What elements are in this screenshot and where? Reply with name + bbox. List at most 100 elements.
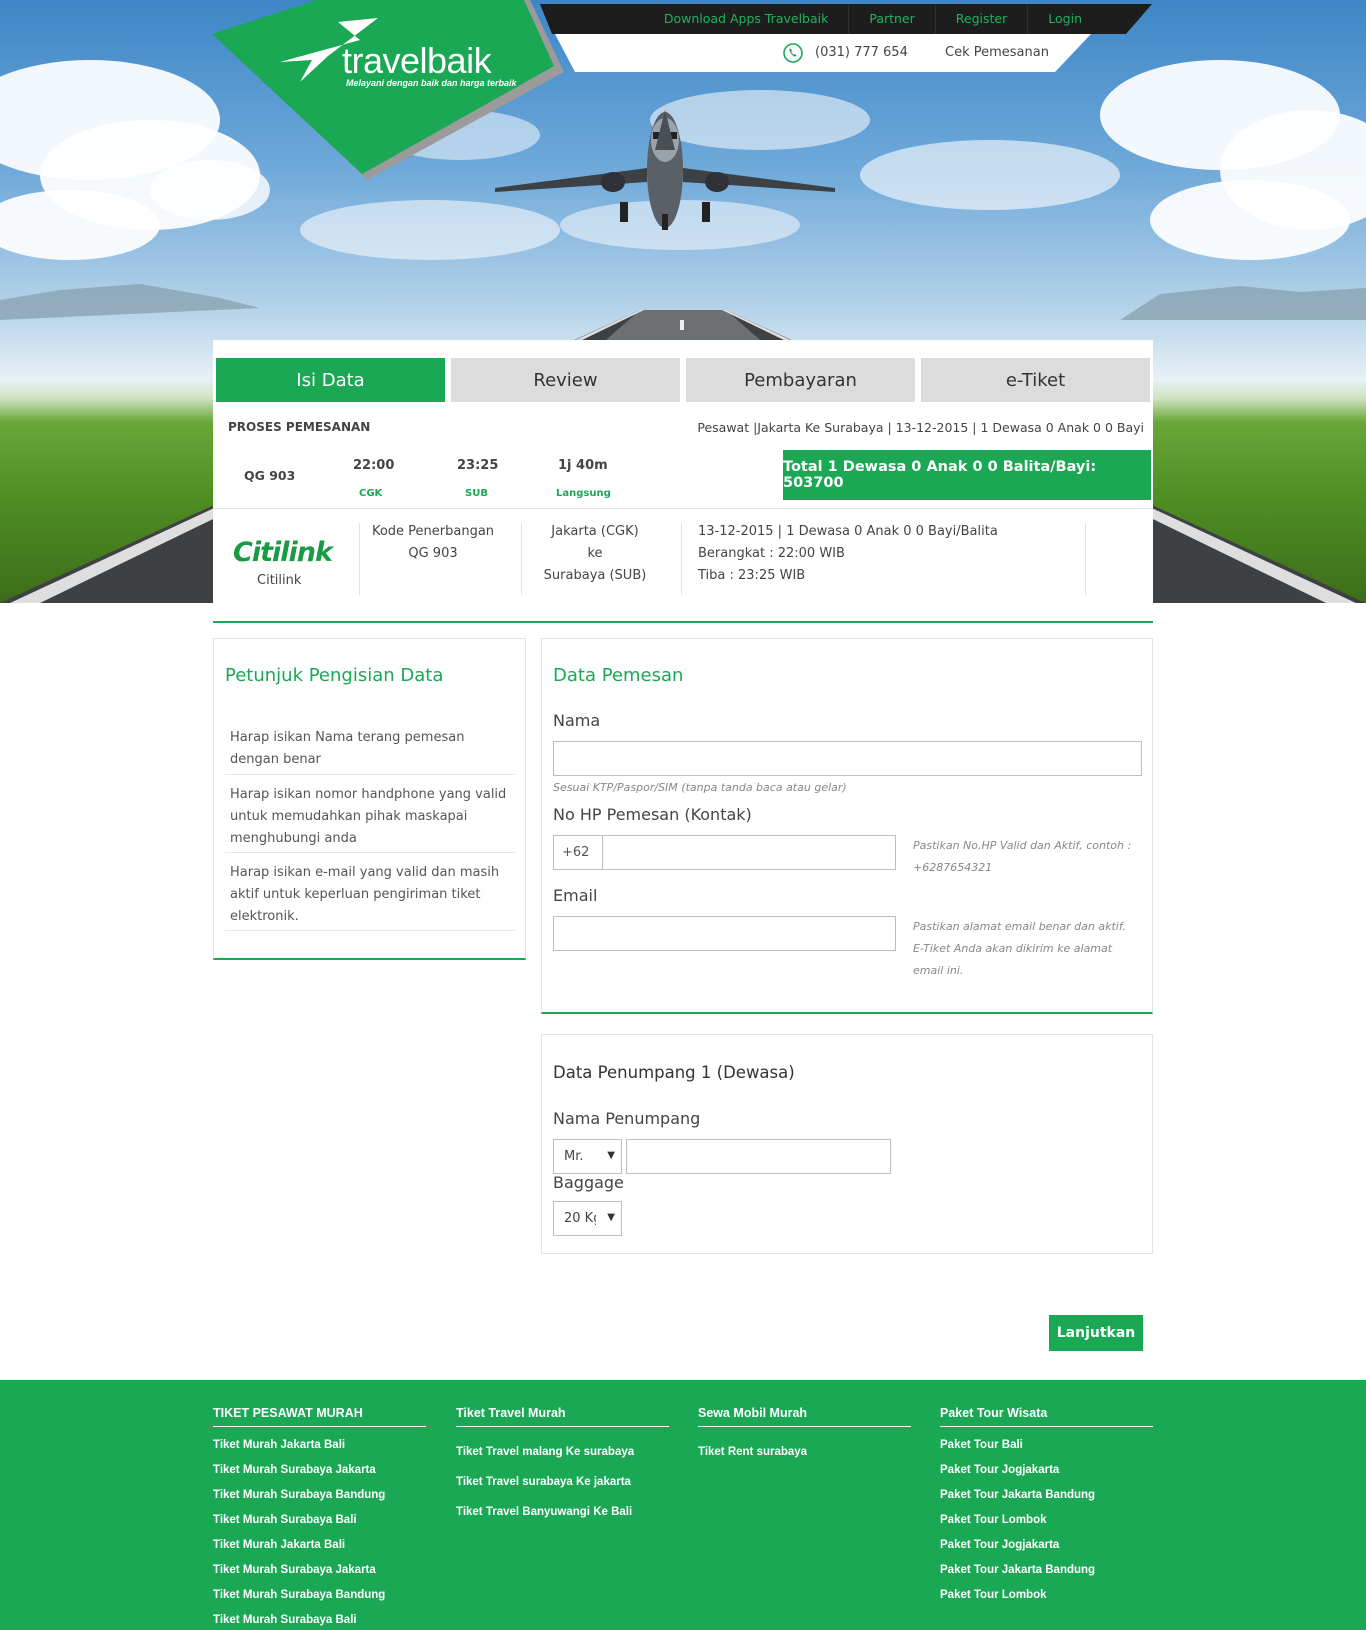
footer-link[interactable]: Paket Tour Lombok [940,1583,1153,1608]
footer-col-mobil: Sewa Mobil Murah Tiket Rent surabaya [698,1406,911,1467]
hp-label: No HP Pemesan (Kontak) [553,805,752,824]
depart-time: 22:00 [353,458,395,473]
footer-col-title: Sewa Mobil Murah [698,1406,911,1427]
footer-col-title: Paket Tour Wisata [940,1406,1153,1427]
nama-penumpang-label: Nama Penumpang [553,1109,701,1128]
booking-panel: Isi Data Review Pembayaran e-Tiket PROSE… [213,340,1153,623]
select-arrow-icon: ▼ [607,1212,615,1223]
arrive-time: 23:25 [457,458,499,473]
footer-link[interactable]: Tiket Murah Surabaya Bandung [213,1583,426,1608]
petunjuk-sidebar: Petunjuk Pengisian Data Harap isikan Nam… [213,638,526,960]
footer-col-tour: Paket Tour Wisata Paket Tour Bali Paket … [940,1406,1153,1608]
divider [359,523,360,595]
divider [681,523,682,595]
info-depart: Berangkat : 22:00 WIB [698,546,845,561]
step-isi-data[interactable]: Isi Data [216,358,445,402]
contact-bar: (031) 777 654 Cek Pemesanan [555,34,1091,72]
footer-link[interactable]: Paket Tour Lombok [940,1508,1153,1533]
hp-prefix: +62 [553,835,602,870]
baggage-select-value: 20 Kg [564,1211,596,1226]
data-pemesan-card: Data Pemesan Nama Sesuai KTP/Paspor/SIM … [541,638,1153,1014]
footer-col-travel: Tiket Travel Murah Tiket Travel malang K… [456,1406,669,1527]
total-price: Total 1 Dewasa 0 Anak 0 0 Balita/Bayi: 5… [783,450,1151,500]
penumpang-title: Data Penumpang 1 (Dewasa) [553,1063,795,1082]
data-penumpang-card: Data Penumpang 1 (Dewasa) Nama Penumpang… [541,1034,1153,1254]
tip-item: Harap isikan nomor handphone yang valid … [225,776,515,853]
footer-col-title: TIKET PESAWAT MURAH [213,1406,426,1427]
depart-airport: CGK [359,488,383,499]
duration-type: Langsung [556,488,611,499]
trip-summary: Pesawat |Jakarta Ke Surabaya | 13-12-201… [697,420,1144,435]
footer-link[interactable]: Tiket Murah Surabaya Bandung [213,1483,426,1508]
footer: TIKET PESAWAT MURAH Tiket Murah Jakarta … [0,1380,1366,1630]
footer-link[interactable]: Tiket Murah Surabaya Bali [213,1608,426,1630]
footer-link[interactable]: Tiket Travel surabaya Ke jakarta [456,1467,669,1497]
info-arrive: Tiba : 23:25 WIB [698,568,806,583]
flight-code: QG 903 [244,468,296,483]
email-label: Email [553,886,598,905]
arrive-airport: SUB [465,488,488,499]
kode-value: QG 903 [408,546,458,561]
footer-link[interactable]: Paket Tour Jakarta Bandung [940,1483,1153,1508]
footer-link[interactable]: Paket Tour Jogjakarta [940,1533,1153,1558]
baggage-label: Baggage [553,1173,624,1192]
footer-link[interactable]: Tiket Murah Jakarta Bali [213,1433,426,1458]
footer-link[interactable]: Paket Tour Bali [940,1433,1153,1458]
footer-link[interactable]: Tiket Murah Surabaya Jakarta [213,1558,426,1583]
title-select-value: Mr. [564,1149,584,1164]
airline-logo: Citilink [233,537,333,568]
footer-link[interactable]: Tiket Travel Banyuwangi Ke Bali [456,1497,669,1527]
brand-logo[interactable]: travelbaik Melayani dengan baik dan harg… [212,0,564,180]
footer-col-pesawat: TIKET PESAWAT MURAH Tiket Murah Jakarta … [213,1406,426,1630]
tip-item: Harap isikan Nama terang pemesan dengan … [225,719,515,775]
airline-name: Citilink [257,573,302,588]
footer-link[interactable]: Tiket Travel malang Ke surabaya [456,1437,669,1467]
nama-hint: Sesuai KTP/Paspor/SIM (tanpa tanda baca … [553,781,847,794]
hp-hint: Pastikan No.HP Valid dan Aktif, contoh :… [913,839,1132,874]
nama-penumpang-input[interactable] [626,1139,891,1174]
nav-login[interactable]: Login [1027,4,1102,34]
nav-download-apps[interactable]: Download Apps Travelbaik [644,4,848,34]
route-ke: ke [587,546,603,561]
step-e-tiket[interactable]: e-Tiket [921,358,1150,402]
footer-link[interactable]: Tiket Murah Surabaya Bali [213,1508,426,1533]
booking-steps: Isi Data Review Pembayaran e-Tiket [216,358,1150,402]
email-hint: Pastikan alamat email benar dan aktif. E… [913,920,1127,977]
nav-register[interactable]: Register [934,4,1027,34]
hp-input[interactable] [602,835,896,870]
route-from: Jakarta (CGK) [551,524,639,539]
route-to: Surabaya (SUB) [543,568,647,583]
lanjutkan-button[interactable]: Lanjutkan [1049,1315,1143,1351]
proses-label: PROSES PEMESANAN [228,420,371,434]
sidebar-title: Petunjuk Pengisian Data [225,665,444,686]
step-review[interactable]: Review [451,358,680,402]
title-select[interactable]: Mr. ▼ [553,1139,622,1174]
tip-item: Harap isikan e-mail yang valid dan masih… [225,854,515,931]
divider [521,523,522,595]
footer-col-title: Tiket Travel Murah [456,1406,669,1427]
nama-input[interactable] [553,741,1142,776]
footer-link[interactable]: Paket Tour Jogjakarta [940,1458,1153,1483]
footer-link[interactable]: Tiket Murah Jakarta Bali [213,1533,426,1558]
kode-label: Kode Penerbangan [371,524,495,539]
pemesan-title: Data Pemesan [553,665,684,686]
top-nav: Download Apps Travelbaik Partner Registe… [540,4,1152,34]
cek-pemesanan-link[interactable]: Cek Pemesanan [945,45,1049,60]
brand-tagline: Melayani dengan baik dan harga terbaik [346,78,517,88]
flight-detail: Citilink Citilink Kode Penerbangan QG 90… [213,508,1153,604]
step-pembayaran[interactable]: Pembayaran [686,358,915,402]
footer-link[interactable]: Paket Tour Jakarta Bandung [940,1558,1153,1583]
nama-label: Nama [553,711,601,730]
nav-partner[interactable]: Partner [848,4,934,34]
email-input[interactable] [553,916,896,951]
footer-link[interactable]: Tiket Rent surabaya [698,1437,911,1467]
select-arrow-icon: ▼ [607,1150,615,1161]
duration: 1j 40m [558,458,608,473]
divider [1085,523,1086,595]
phone-number[interactable]: (031) 777 654 [815,45,908,60]
phone-icon [783,43,803,63]
footer-link[interactable]: Tiket Murah Surabaya Jakarta [213,1458,426,1483]
baggage-select[interactable]: 20 Kg ▼ [553,1201,622,1236]
info-date: 13-12-2015 | 1 Dewasa 0 Anak 0 0 Bayi/Ba… [698,524,998,539]
brand-name: travelbaik [342,40,492,81]
